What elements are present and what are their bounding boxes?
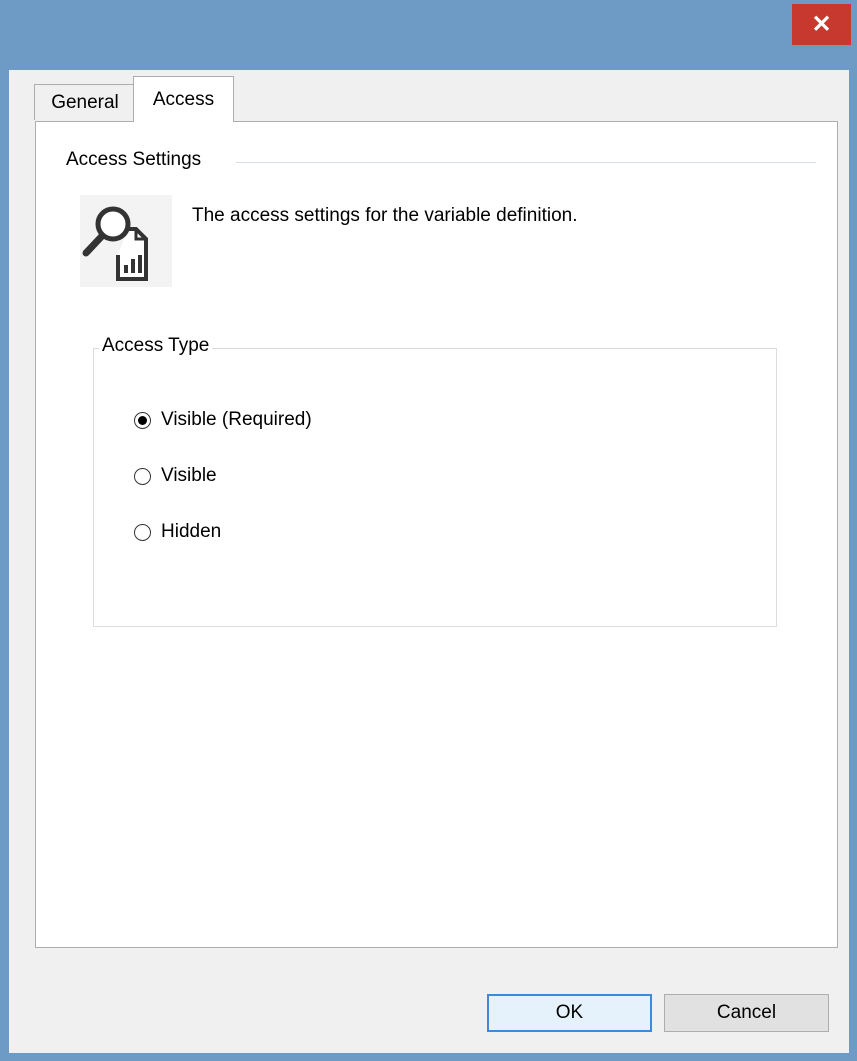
cancel-button-label: Cancel (716, 1002, 777, 1023)
close-icon: ✕ (811, 10, 832, 38)
radio-visible[interactable]: Visible (134, 465, 217, 487)
radio-visible-required-button[interactable] (134, 411, 151, 429)
dialog-client-area: General Access Access Settings The acces… (9, 70, 849, 1053)
radio-visible-button[interactable] (134, 467, 151, 485)
radio-visible-required[interactable]: Visible (Required) (134, 409, 312, 431)
tab-general-label: General (51, 91, 119, 113)
ok-button-label: OK (555, 1002, 584, 1023)
section-title: Access Settings (66, 149, 202, 170)
tab-access[interactable]: Access (133, 76, 234, 122)
tab-general[interactable]: General (34, 84, 136, 120)
section-description: The access settings for the variable def… (192, 205, 578, 226)
radio-hidden[interactable]: Hidden (134, 521, 221, 543)
tab-access-label: Access (152, 88, 215, 110)
close-button[interactable]: ✕ (792, 4, 851, 45)
radio-visible-label: Visible (161, 465, 217, 486)
dialog-window: ✕ General Access Access Settings The acc… (0, 0, 857, 1061)
search-report-icon (80, 195, 172, 287)
access-type-group: Access Type Visible (Required) Visible H… (93, 335, 777, 627)
access-tab-panel: Access Settings The access settings for … (35, 121, 838, 948)
cancel-button[interactable]: Cancel (664, 994, 829, 1032)
title-bar[interactable]: ✕ (0, 0, 857, 70)
section-divider (236, 162, 816, 163)
access-type-legend: Access Type (99, 335, 213, 357)
ok-button[interactable]: OK (487, 994, 652, 1032)
radio-hidden-label: Hidden (161, 521, 222, 542)
radio-visible-required-label: Visible (Required) (161, 409, 312, 430)
radio-hidden-button[interactable] (134, 523, 151, 541)
